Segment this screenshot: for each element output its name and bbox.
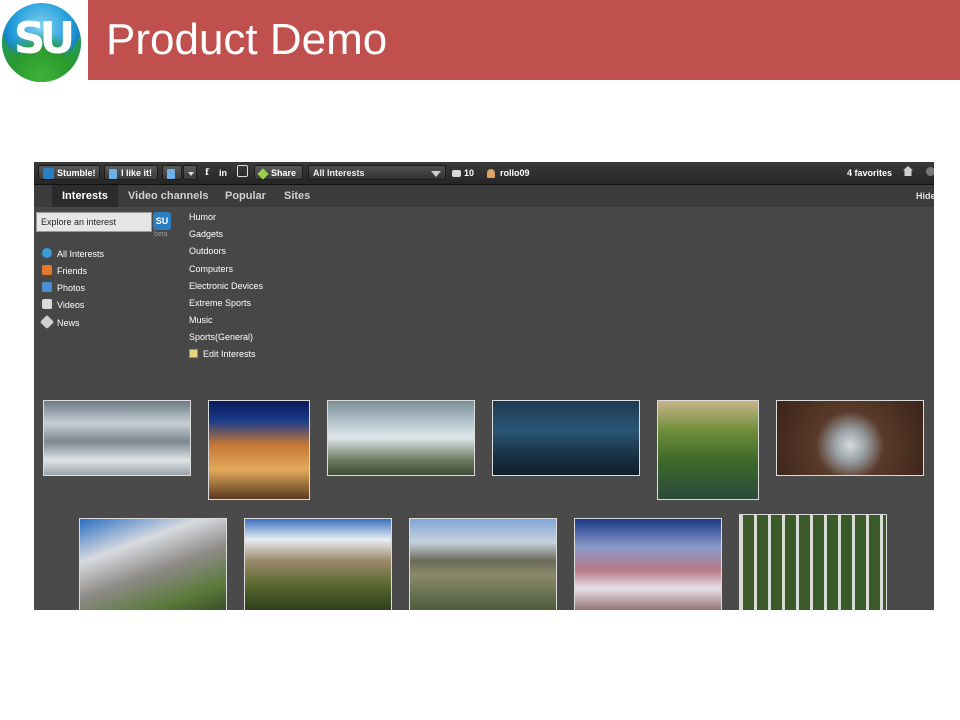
- stumble-label: Stumble!: [57, 168, 96, 178]
- photo-icon: [42, 282, 52, 292]
- interest-item[interactable]: Humor: [189, 211, 216, 223]
- photo-thumbnail[interactable]: [574, 518, 722, 610]
- sidebar-item-all-interests[interactable]: All Interests: [42, 247, 104, 261]
- video-icon: [42, 299, 52, 309]
- photo-thumbnail[interactable]: [43, 400, 191, 476]
- photo-thumbnail[interactable]: [244, 518, 392, 610]
- favorites-link[interactable]: 4 favorites: [847, 166, 892, 180]
- interest-item[interactable]: Electronic Devices: [189, 280, 263, 292]
- interest-item[interactable]: Computers: [189, 263, 233, 275]
- photo-thumbnail[interactable]: [409, 518, 557, 610]
- tab-bar: Interests Video channels Popular Sites H…: [34, 185, 934, 207]
- photo-thumbnail[interactable]: [208, 400, 310, 500]
- interest-item[interactable]: Sports(General): [189, 331, 253, 343]
- tab-video-channels[interactable]: Video channels: [118, 185, 219, 207]
- slide-title: Product Demo: [106, 15, 388, 64]
- user-icon: [487, 169, 495, 179]
- photo-thumbnail[interactable]: [79, 518, 227, 610]
- user-profile[interactable]: rollo09: [487, 166, 530, 180]
- sidebar-item-label: Friends: [57, 266, 88, 276]
- interest-item[interactable]: Music: [189, 314, 213, 326]
- edit-interests-label: Edit Interests: [203, 349, 256, 359]
- sidebar-item-label: Videos: [57, 300, 85, 310]
- stumbleupon-logo: SU: [2, 3, 81, 82]
- comment-count: 10: [464, 168, 475, 178]
- interest-item[interactable]: Gadgets: [189, 228, 223, 240]
- linkedin-icon[interactable]: in: [219, 166, 227, 180]
- thumbs-down-icon: [167, 168, 175, 179]
- select-caret-icon: [431, 171, 441, 177]
- close-icon[interactable]: [926, 167, 934, 176]
- product-screenshot: Stumble! I like it! f in Share All Inter…: [34, 162, 934, 610]
- facebook-icon[interactable]: f: [205, 166, 209, 180]
- photo-thumbnail[interactable]: [776, 400, 924, 476]
- twitter-icon[interactable]: [237, 165, 248, 177]
- sidebar-item-friends[interactable]: Friends: [42, 264, 87, 278]
- tab-sites[interactable]: Sites: [274, 185, 320, 207]
- stumble-button[interactable]: Stumble!: [38, 165, 100, 180]
- share-label: Share: [271, 168, 297, 178]
- comment-icon: [452, 170, 461, 178]
- interest-item[interactable]: Extreme Sports: [189, 297, 251, 309]
- username: rollo09: [500, 168, 530, 178]
- title-bar: Product Demo: [88, 0, 960, 80]
- topic-select[interactable]: All Interests: [308, 165, 446, 180]
- thumbs-up-icon: [109, 168, 117, 179]
- explore-submit-button[interactable]: SU: [153, 212, 171, 230]
- news-icon: [39, 314, 55, 330]
- photo-thumbnail[interactable]: [492, 400, 640, 476]
- photo-thumbnail[interactable]: [327, 400, 475, 476]
- edit-icon: [189, 349, 198, 358]
- sidebar-item-label: Photos: [57, 283, 86, 293]
- topic-select-value: All Interests: [313, 168, 365, 178]
- sidebar-item-label: All Interests: [57, 249, 105, 259]
- stumble-toolbar: Stumble! I like it! f in Share All Inter…: [34, 162, 934, 185]
- photo-thumbnail[interactable]: [657, 400, 759, 500]
- hide-link[interactable]: Hide: [916, 185, 934, 207]
- ilike-button[interactable]: I like it!: [104, 165, 158, 180]
- home-icon[interactable]: [903, 166, 913, 176]
- sidebar-item-label: News: [57, 318, 80, 328]
- chevron-down-icon: [188, 171, 194, 176]
- su-icon: [43, 168, 54, 180]
- dropdown-button[interactable]: [183, 165, 197, 180]
- sidebar-item-videos[interactable]: Videos: [42, 298, 84, 312]
- logo-text: SU: [13, 13, 75, 64]
- beta-badge: beta: [154, 231, 168, 238]
- tab-popular[interactable]: Popular: [215, 185, 276, 207]
- tab-interests[interactable]: Interests: [52, 185, 118, 207]
- share-icon: [257, 167, 269, 180]
- comments-indicator[interactable]: 10: [452, 166, 474, 180]
- sidebar-item-photos[interactable]: Photos: [42, 281, 85, 295]
- ilike-label: I like it!: [121, 168, 153, 178]
- interests-panel: Explore an interest SU beta All Interest…: [34, 207, 934, 400]
- sidebar-item-news[interactable]: News: [39, 314, 80, 330]
- globe-icon: [42, 248, 52, 258]
- share-button[interactable]: Share: [254, 165, 303, 180]
- friends-icon: [42, 265, 52, 275]
- edit-interests-link[interactable]: Edit Interests: [189, 348, 256, 360]
- interest-item[interactable]: Outdoors: [189, 245, 226, 257]
- explore-input[interactable]: Explore an interest: [36, 212, 152, 232]
- photo-thumbnail[interactable]: [739, 514, 887, 610]
- thumbs-down-button[interactable]: [162, 165, 182, 180]
